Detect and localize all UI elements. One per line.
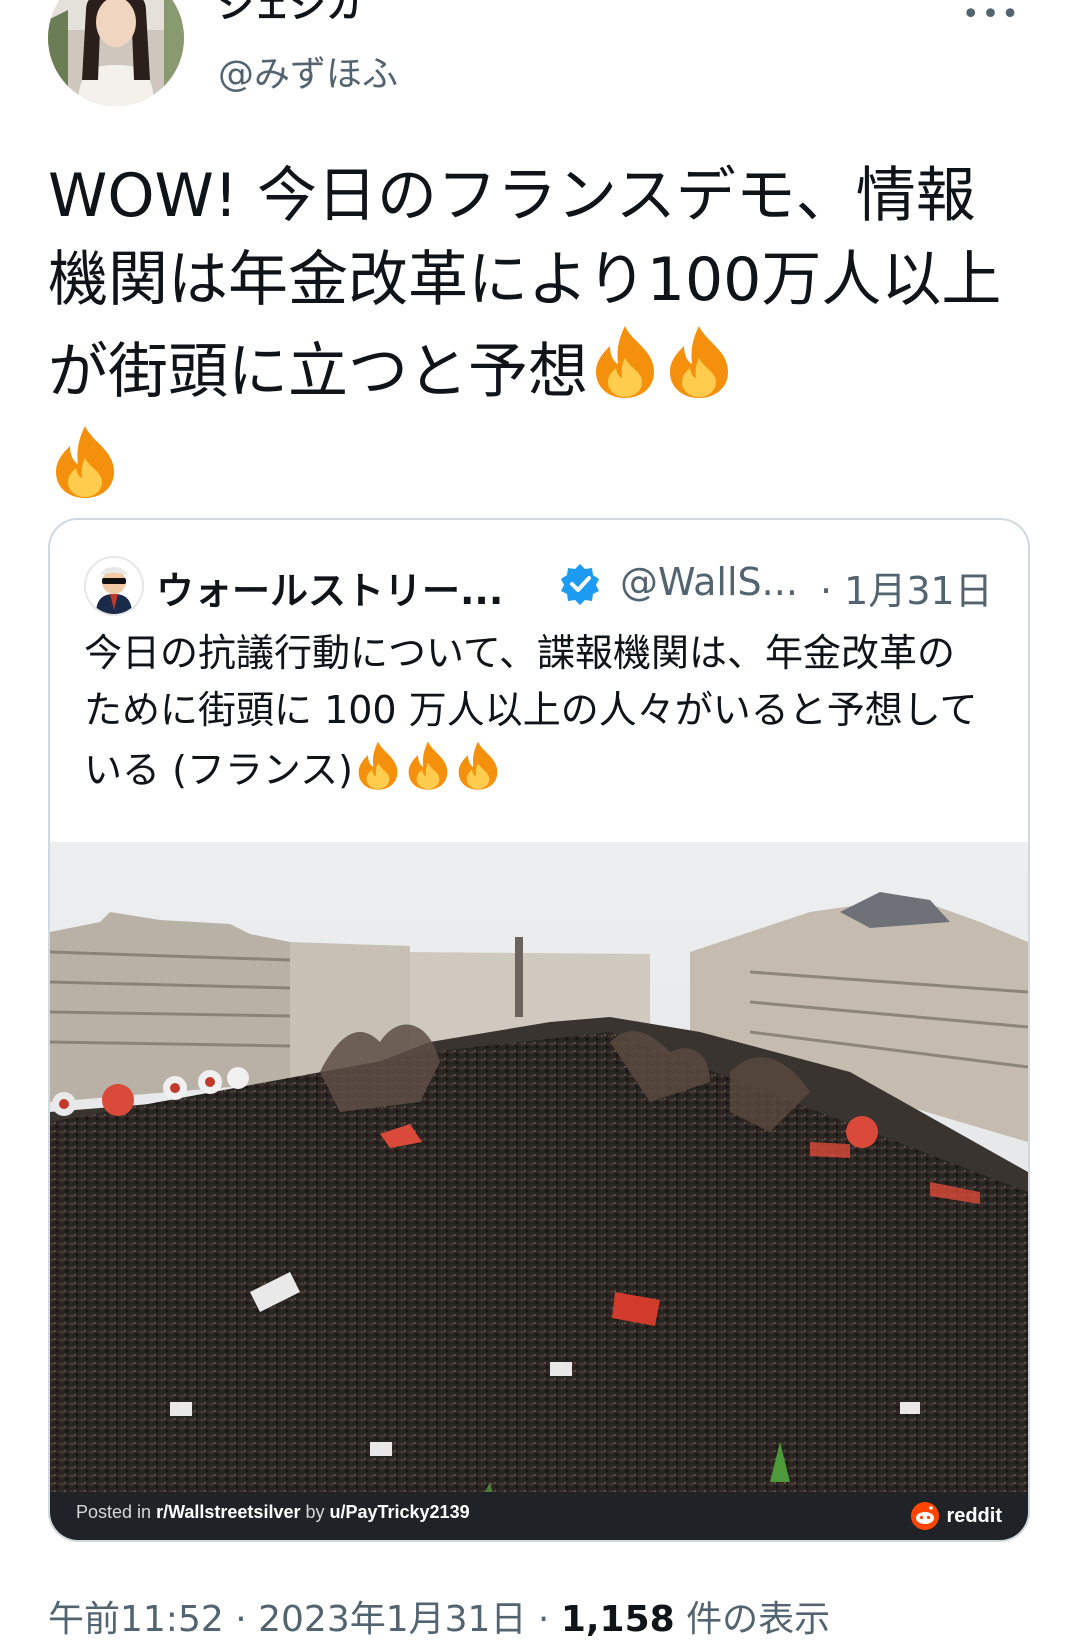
fire-emoji-icon (48, 422, 122, 522)
meta-separator: · (537, 1599, 550, 1640)
views-label: 件の表示 (686, 1599, 831, 1640)
tweet-text: WOW! 今日のフランスデモ、情報機関は年金改革により100万人以上が街頭に立つ… (48, 154, 1023, 522)
caption-subreddit: r/Wallstreetsilver (156, 1502, 301, 1522)
fire-emoji-icon (403, 739, 453, 807)
quoted-tweet-card[interactable]: ウォールストリー... @WallS... · 1月31日 今日の抗議行動につい… (48, 518, 1030, 1542)
fire-emoji-icon (453, 739, 503, 807)
quoted-author-avatar[interactable] (84, 556, 144, 616)
caption-by: by (300, 1502, 330, 1522)
quoted-author-handle[interactable]: @WallS... (620, 560, 798, 604)
tweet-text-content: WOW! 今日のフランスデモ、情報機関は年金改革により100万人以上が街頭に立つ… (48, 161, 1002, 407)
reddit-logo: reddit (910, 1500, 1002, 1532)
author-name[interactable]: ジェジカ (218, 0, 362, 28)
fire-emoji-icon (662, 322, 736, 422)
verified-badge-icon (558, 562, 602, 606)
tweet-time[interactable]: 午前11:52 (48, 1599, 224, 1640)
fire-emoji-icon (353, 739, 403, 807)
image-caption-bar: Posted in r/Wallstreetsilver by u/PayTri… (50, 1492, 1028, 1540)
author-avatar[interactable] (48, 0, 184, 106)
reddit-wordmark: reddit (946, 1504, 1002, 1527)
quoted-tweet-text: 今日の抗議行動について、諜報機関は、年金改革のために街頭に 100 万人以上の人… (84, 625, 984, 807)
quoted-author-name[interactable]: ウォールストリー... (156, 560, 503, 615)
views-count: 1,158 (560, 1599, 675, 1640)
tweet-metadata: 午前11:52 · 2023年1月31日 · 1,158 件の表示 (48, 1590, 830, 1642)
more-options-icon[interactable]: ••• (962, 0, 1021, 30)
caption-user: u/PayTricky2139 (329, 1502, 470, 1522)
image-caption: Posted in r/Wallstreetsilver by u/PayTri… (76, 1502, 470, 1523)
quoted-tweet-date[interactable]: · 1月31日 (820, 560, 993, 615)
caption-prefix: Posted in (76, 1502, 157, 1522)
quoted-tweet-text-content: 今日の抗議行動について、諜報機関は、年金改革のために街頭に 100 万人以上の人… (84, 631, 978, 792)
reddit-alien-icon (911, 1502, 940, 1530)
tweet-date[interactable]: 2023年1月31日 (258, 1599, 526, 1640)
fire-emoji-icon (588, 322, 662, 422)
meta-separator: · (235, 1599, 247, 1640)
protest-crowd-photo[interactable]: Posted in r/Wallstreetsilver by u/PayTri… (50, 842, 1028, 1540)
tweet-header: ジェジカ @みずほふ ••• (0, 0, 1065, 130)
author-handle[interactable]: @みずほふ (218, 45, 398, 97)
